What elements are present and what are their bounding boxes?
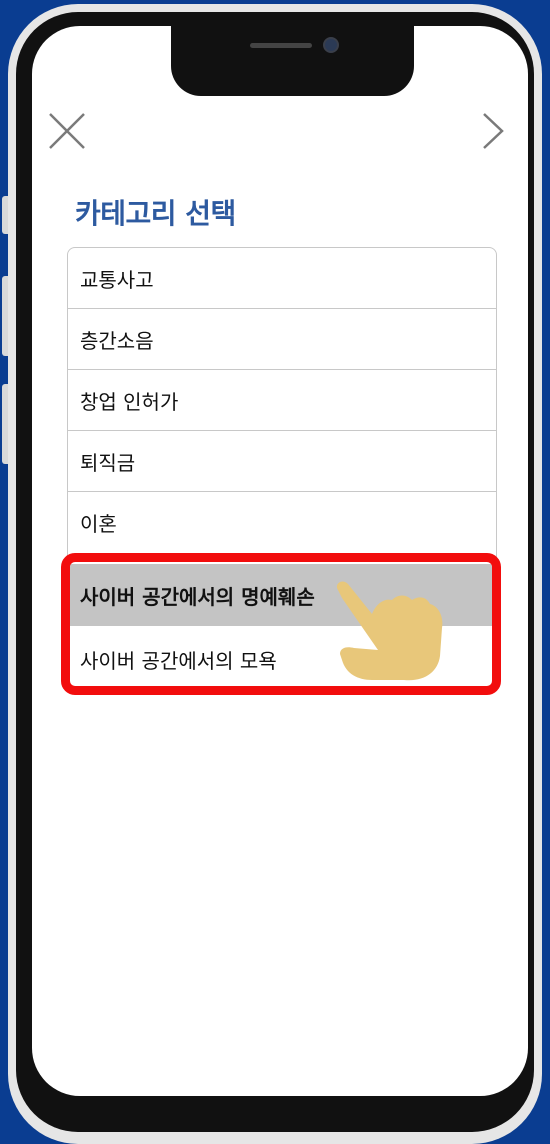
list-item[interactable]: 창업 인허가 <box>68 370 496 431</box>
phone-notch <box>171 26 414 96</box>
list-item[interactable]: 교통사고 <box>68 248 496 309</box>
pointing-hand-icon <box>336 581 443 681</box>
list-item[interactable]: 층간소음 <box>68 309 496 370</box>
close-icon <box>49 113 85 149</box>
next-button[interactable] <box>480 112 506 150</box>
chevron-right-icon <box>483 113 504 149</box>
list-item[interactable]: 이혼 <box>68 492 496 553</box>
speaker-grille <box>250 43 312 48</box>
close-button[interactable] <box>48 112 86 150</box>
list-item[interactable]: 퇴직금 <box>68 431 496 492</box>
front-camera <box>323 37 339 53</box>
page-title: 카테고리 선택 <box>75 197 236 230</box>
